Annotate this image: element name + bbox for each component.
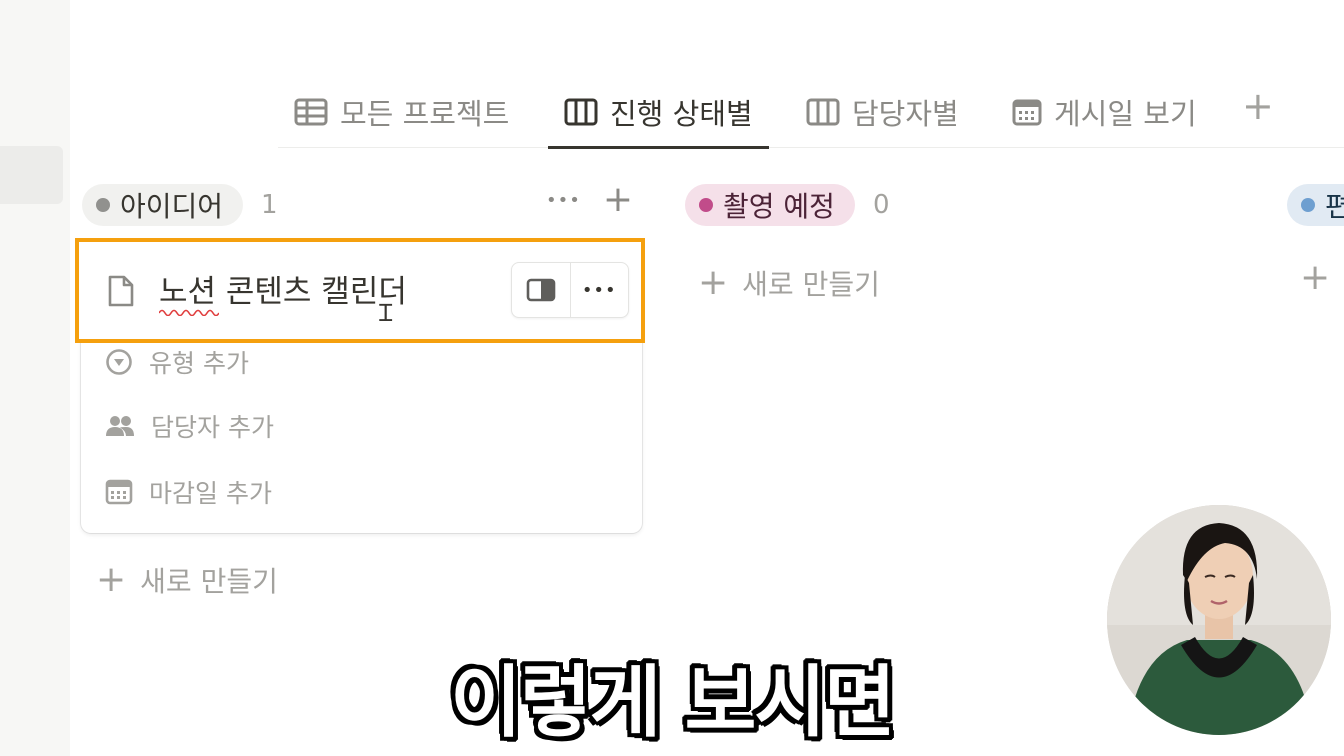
board-icon — [806, 98, 840, 126]
open-side-peek-button[interactable] — [512, 263, 570, 317]
video-subtitle: 이렇게 보시면 — [450, 658, 896, 748]
status-dot — [699, 198, 713, 212]
tab-all-projects[interactable]: 모든 프로젝트 — [294, 78, 509, 146]
card-title[interactable]: 노션 콘텐츠 캘린더 — [159, 266, 407, 311]
tab-label: 모든 프로젝트 — [340, 97, 510, 131]
calendar-icon — [1012, 99, 1042, 126]
text-cursor-icon: Ɪ — [379, 299, 393, 327]
card-title-highlight[interactable]: 노션 콘텐츠 캘린더 Ɪ ••• — [75, 238, 645, 343]
table-icon — [294, 98, 328, 126]
status-label: 촬영 예정 — [723, 190, 835, 223]
status-pill[interactable]: 아이디어 — [82, 184, 244, 226]
new-card-label: 새로 만들기 — [742, 268, 880, 301]
tab-label: 담당자별 — [852, 97, 959, 131]
more-icon: ••• — [581, 279, 617, 301]
tab-by-assignee[interactable]: 담당자별 — [806, 78, 959, 146]
side-peek-icon — [526, 278, 556, 302]
tab-publish-date[interactable]: 게시일 보기 — [1012, 78, 1197, 146]
plus-icon: + — [698, 262, 729, 303]
tab-by-status[interactable]: 진행 상태별 — [548, 78, 769, 149]
column-count: 1 — [261, 190, 278, 220]
status-dot — [1301, 198, 1315, 212]
property-label: 유형 추가 — [149, 349, 249, 378]
column-add-button[interactable]: + — [603, 182, 633, 218]
select-icon — [106, 349, 132, 375]
column-actions: ••• + — [546, 182, 633, 218]
new-card-button-idea[interactable]: + 새로 만들기 — [96, 560, 278, 600]
add-assignee-property[interactable]: 담당자 추가 — [105, 408, 274, 444]
column-more-button[interactable]: ••• — [546, 190, 581, 211]
tab-label: 진행 상태별 — [610, 97, 753, 131]
add-deadline-property[interactable]: 마감일 추가 — [105, 474, 272, 510]
status-pill[interactable]: 촬영 예정 — [685, 184, 855, 226]
new-card-button-third[interactable]: + — [1300, 257, 1331, 298]
view-tabs: 모든 프로젝트 진행 상태별 담당자별 게시일 보기 + — [278, 78, 1344, 149]
add-type-property[interactable]: 유형 추가 — [105, 344, 249, 380]
plus-icon: + — [96, 559, 127, 600]
column-header-shoot-scheduled: 촬영 예정 0 — [685, 184, 890, 226]
property-label: 담당자 추가 — [151, 413, 274, 442]
status-dot — [96, 198, 110, 212]
people-icon — [106, 416, 134, 436]
new-card-button-shoot-scheduled[interactable]: + 새로 만들기 — [698, 263, 880, 303]
board-icon — [564, 98, 598, 126]
card-action-group: ••• — [511, 262, 629, 318]
add-view-button[interactable]: + — [1242, 86, 1274, 126]
page-icon — [108, 275, 134, 307]
status-label: 아이디어 — [120, 190, 224, 223]
column-header-idea: 아이디어 1 — [82, 184, 278, 226]
card-more-button[interactable]: ••• — [569, 263, 629, 317]
new-card-label: 새로 만들기 — [140, 565, 278, 598]
status-pill[interactable]: 편 — [1287, 184, 1344, 226]
status-label: 편 — [1325, 190, 1344, 223]
column-count: 0 — [872, 190, 890, 220]
spellcheck-underline — [159, 309, 219, 316]
property-label: 마감일 추가 — [149, 479, 272, 508]
calendar-icon — [105, 479, 133, 505]
tab-label: 게시일 보기 — [1054, 97, 1197, 131]
sidebar-selected-item[interactable] — [0, 146, 63, 204]
plus-icon: + — [1300, 257, 1331, 298]
